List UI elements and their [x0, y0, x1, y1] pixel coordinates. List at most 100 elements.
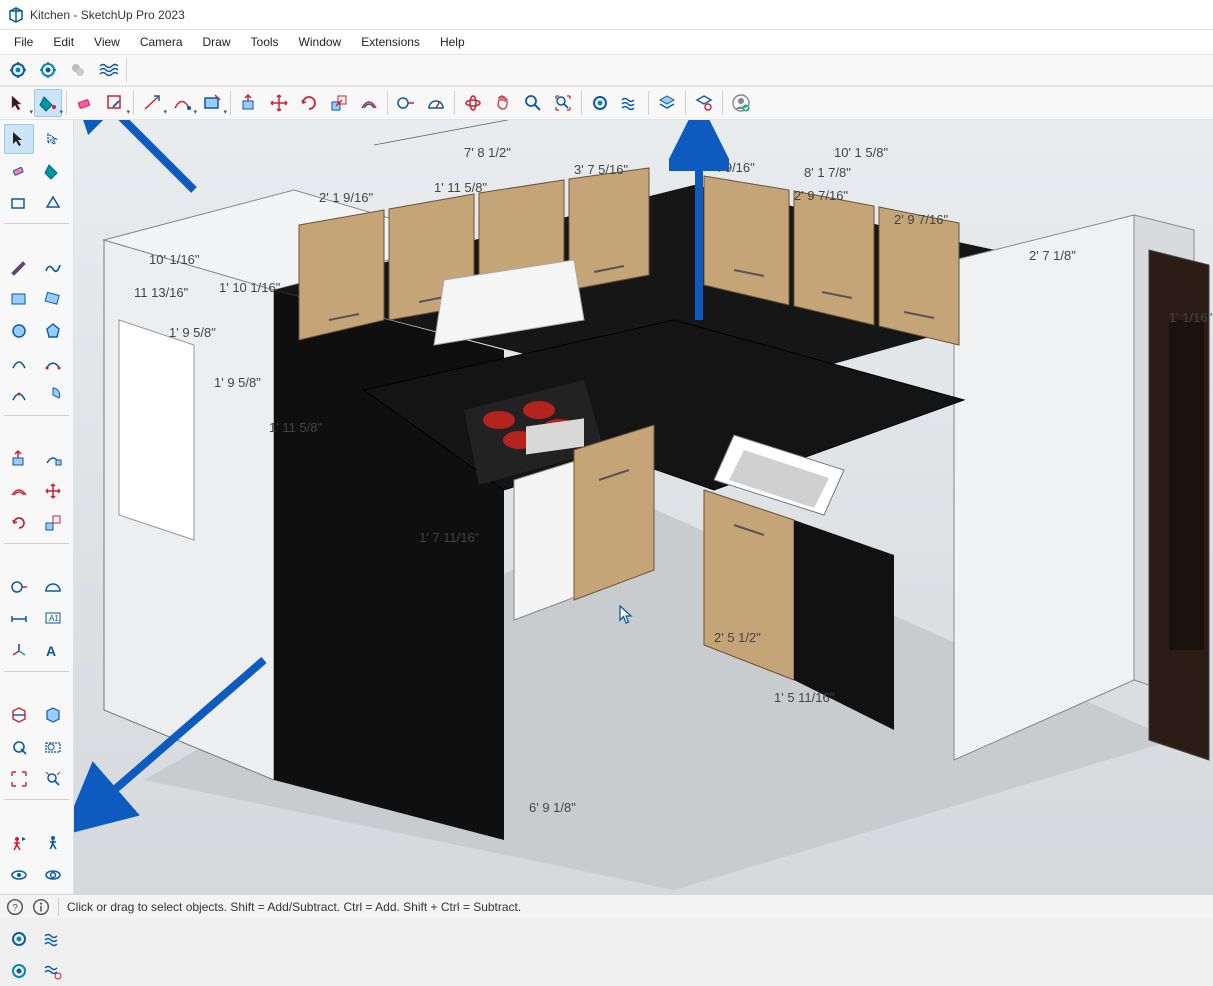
orbit2-button[interactable]: [4, 732, 34, 762]
rect-tool-button[interactable]: [4, 284, 34, 314]
arc2-tool-button[interactable]: [38, 348, 68, 378]
pencil-tool-button[interactable]: [4, 252, 34, 282]
viewport-3d[interactable]: 7' 8 1/2" 10' 1 5/8" 8' 1 7/8" 4 9/16" 3…: [74, 120, 1213, 894]
menu-extensions[interactable]: Extensions: [353, 33, 428, 51]
help-icon[interactable]: ?: [6, 898, 24, 916]
window-title: Kitchen - SketchUp Pro 2023: [30, 8, 185, 22]
paint-bucket-button[interactable]: ▾: [34, 89, 62, 117]
vbo-c-button[interactable]: [4, 956, 34, 986]
3dtext-button[interactable]: A: [38, 636, 68, 666]
outliner-button[interactable]: [38, 700, 68, 730]
select-tool-button[interactable]: [4, 124, 34, 154]
menu-help[interactable]: Help: [432, 33, 473, 51]
scale2-button[interactable]: [38, 508, 68, 538]
side-separator: [4, 415, 69, 416]
zoomext2-button[interactable]: [38, 764, 68, 794]
move2-button[interactable]: [38, 476, 68, 506]
look-around-button[interactable]: [4, 860, 34, 890]
position-camera-button[interactable]: [4, 828, 34, 858]
side-separator: [4, 799, 69, 800]
svg-text:A1: A1: [49, 614, 59, 623]
dimension-label: 6' 9 1/8": [529, 800, 576, 815]
walk-button[interactable]: [38, 828, 68, 858]
cursor-icon: [619, 605, 633, 625]
user-avatar-button[interactable]: [727, 89, 755, 117]
toolbar-separator: [454, 91, 455, 115]
vbo-gear2-button[interactable]: [586, 89, 614, 117]
vbo-a-button[interactable]: [4, 924, 34, 954]
info-icon[interactable]: [32, 898, 50, 916]
move-tool-button[interactable]: [265, 89, 293, 117]
vbo-b-button[interactable]: [38, 924, 68, 954]
menu-view[interactable]: View: [86, 33, 128, 51]
menu-bar: File Edit View Camera Draw Tools Window …: [0, 30, 1213, 54]
line-tool-button[interactable]: ▾: [138, 89, 166, 117]
vbo-waves-button[interactable]: [94, 56, 122, 84]
vbo-gear-teal-button[interactable]: [34, 56, 62, 84]
tape-measure-button[interactable]: [392, 89, 420, 117]
lasso-select-button[interactable]: [38, 124, 68, 154]
menu-edit[interactable]: Edit: [45, 33, 82, 51]
dims-button[interactable]: [4, 604, 34, 634]
offset2-button[interactable]: [4, 476, 34, 506]
rotrect-tool-button[interactable]: [38, 284, 68, 314]
camera-button[interactable]: [38, 860, 68, 890]
dropdown-arrow-icon: ▾: [223, 108, 227, 116]
rotate2-button[interactable]: [4, 508, 34, 538]
vbo-waves2-button[interactable]: [616, 89, 644, 117]
svg-text:A: A: [46, 643, 56, 659]
arc1-tool-button[interactable]: [4, 348, 34, 378]
layers-button[interactable]: [653, 89, 681, 117]
pan-button[interactable]: [489, 89, 517, 117]
zoom-button[interactable]: [519, 89, 547, 117]
followme-button[interactable]: [38, 444, 68, 474]
axes-button[interactable]: [4, 636, 34, 666]
tape2-button[interactable]: [4, 572, 34, 602]
eraser-tool-button[interactable]: [4, 156, 34, 186]
dropdown-arrow-icon: ▾: [59, 108, 63, 116]
pushpull2-button[interactable]: [4, 444, 34, 474]
dimension-label: 3' 7 5/16": [574, 162, 628, 177]
text-button[interactable]: A1: [38, 604, 68, 634]
menu-draw[interactable]: Draw: [195, 33, 239, 51]
rotate-tool-button[interactable]: [295, 89, 323, 117]
zoom2-button[interactable]: [4, 764, 34, 794]
menu-tools[interactable]: Tools: [243, 33, 287, 51]
dimension-label: 1' 11 5/8": [269, 420, 322, 435]
menu-file[interactable]: File: [6, 33, 41, 51]
protractor2-button[interactable]: [38, 572, 68, 602]
select-arrow-button[interactable]: ▾: [4, 89, 32, 117]
menu-window[interactable]: Window: [291, 33, 350, 51]
main-area: A1 A: [0, 120, 1213, 894]
vbo-faded-button[interactable]: [64, 56, 92, 84]
pie-tool-button[interactable]: [38, 380, 68, 410]
shape-tool-button[interactable]: [4, 188, 34, 218]
offset-tool-button[interactable]: [355, 89, 383, 117]
vbo-gear-blue-button[interactable]: [4, 56, 32, 84]
layers-gear-button[interactable]: [690, 89, 718, 117]
pushpull-button[interactable]: [235, 89, 263, 117]
status-bar: ? Click or drag to select objects. Shift…: [0, 894, 1213, 918]
orbit-button[interactable]: [459, 89, 487, 117]
paint-tool-button[interactable]: [38, 156, 68, 186]
shape2-tool-button[interactable]: [38, 188, 68, 218]
toolbar-separator: [126, 58, 127, 82]
protractor-button[interactable]: [422, 89, 450, 117]
dimension-label: 2' 5 1/2": [714, 630, 761, 645]
edit-button[interactable]: ▾: [101, 89, 129, 117]
dimension-label: 1' 11 5/8": [434, 180, 487, 195]
circle-tool-button[interactable]: [4, 316, 34, 346]
scale-tool-button[interactable]: [325, 89, 353, 117]
section-button[interactable]: [4, 700, 34, 730]
pan2-button[interactable]: [38, 732, 68, 762]
zoom-extents-button[interactable]: [549, 89, 577, 117]
arc-tool-button[interactable]: ▾: [168, 89, 196, 117]
arc3-tool-button[interactable]: [4, 380, 34, 410]
polygon-tool-button[interactable]: [38, 316, 68, 346]
freehand-tool-button[interactable]: [38, 252, 68, 282]
dimension-label: 8' 1 7/8": [804, 165, 851, 180]
vbo-d-button[interactable]: [38, 956, 68, 986]
menu-camera[interactable]: Camera: [132, 33, 191, 51]
rectangle-tool-button[interactable]: ▾: [198, 89, 226, 117]
eraser-button[interactable]: [71, 89, 99, 117]
